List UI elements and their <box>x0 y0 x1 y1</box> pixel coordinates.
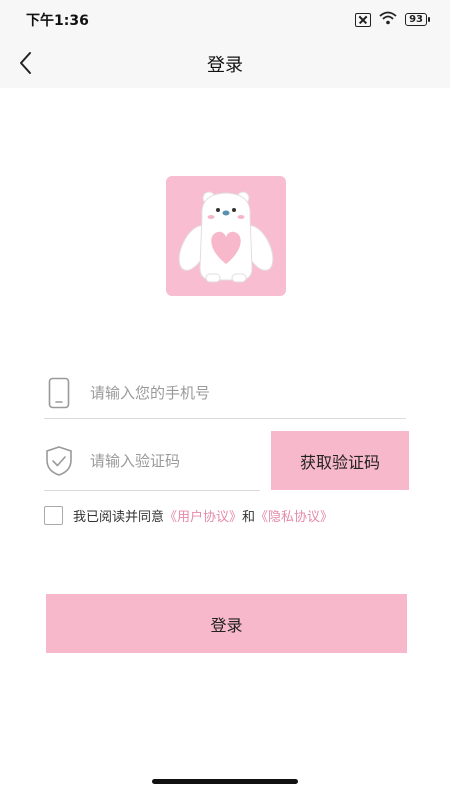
code-field-row <box>44 432 260 491</box>
page-title: 登录 <box>207 55 243 76</box>
status-icons: 93 <box>355 10 430 29</box>
shield-check-icon <box>44 444 74 478</box>
get-code-button[interactable]: 获取验证码 <box>271 431 409 490</box>
phone-field-row <box>44 368 406 419</box>
privacy-policy-link[interactable]: 《隐私协议》 <box>255 506 333 525</box>
agreement-checkbox[interactable] <box>44 506 63 525</box>
no-sim-icon <box>355 12 372 27</box>
agreement-text: 我已阅读并同意 <box>73 510 165 525</box>
app-logo <box>166 176 286 296</box>
battery-level: 93 <box>405 13 427 26</box>
user-agreement-link[interactable]: 《用户协议》 <box>164 506 242 525</box>
battery-icon: 93 <box>405 13 430 26</box>
phone-icon <box>44 376 74 410</box>
agreement-conjunction: 和 <box>242 510 256 525</box>
status-time: 下午1:36 <box>26 13 89 29</box>
home-indicator[interactable] <box>152 779 298 784</box>
phone-input[interactable] <box>88 383 342 403</box>
nav-bar: 登录 <box>0 38 450 88</box>
login-button[interactable]: 登录 <box>46 594 407 653</box>
status-bar: 下午1:36 93 <box>0 0 450 38</box>
agreement-row: 我已阅读并同意 《用户协议》 和 《隐私协议》 <box>44 506 333 525</box>
bear-logo-icon <box>178 191 274 283</box>
verification-code-input[interactable] <box>88 451 252 471</box>
wifi-icon <box>379 10 397 29</box>
